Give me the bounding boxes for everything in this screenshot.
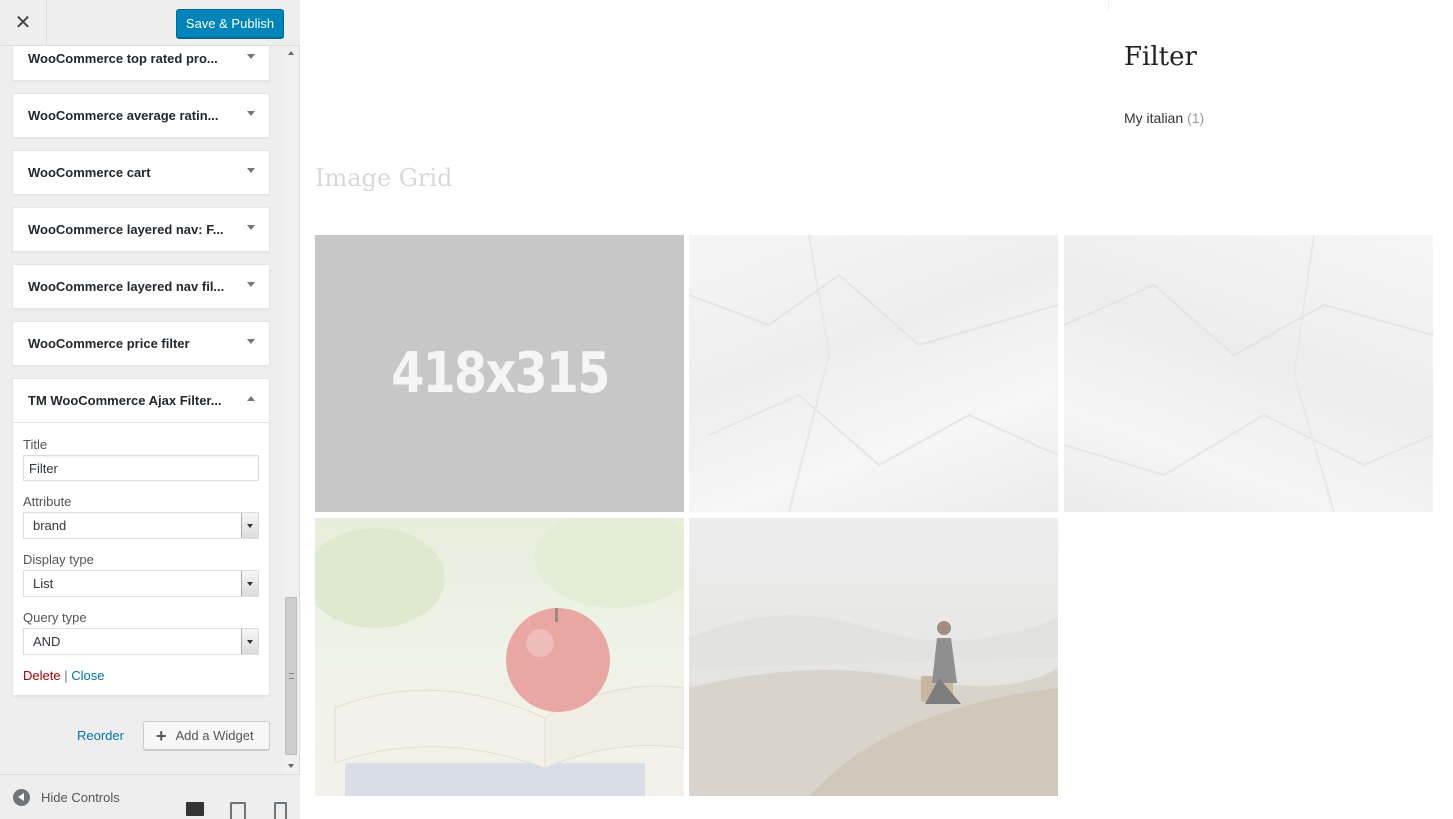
widget-title: WooCommerce layered nav fil... — [28, 279, 225, 294]
site-preview: Filter My italian (1) Image Grid 418x315 — [300, 0, 1453, 819]
display-type-select[interactable]: List — [23, 570, 259, 597]
sidebar-scrollbar[interactable] — [284, 46, 299, 774]
chevron-down-icon[interactable] — [247, 111, 255, 116]
desktop-preview-icon[interactable] — [186, 802, 204, 818]
widget-title-bar[interactable]: WooCommerce top rated pro... — [13, 46, 269, 80]
customizer-footer: Hide Controls — [0, 774, 300, 819]
sidebar-divider — [1108, 0, 1109, 10]
placeholder-size-text: 418x315 — [390, 341, 610, 406]
paper-texture — [1064, 235, 1433, 512]
widget-title-bar[interactable]: WooCommerce average ratin... — [13, 94, 269, 137]
reorder-link[interactable]: Reorder — [77, 728, 124, 743]
widget-title: TM WooCommerce Ajax Filter... — [28, 393, 222, 408]
hide-controls-label: Hide Controls — [41, 790, 120, 805]
widget-ajax-filter: TM WooCommerce Ajax Filter... Title Attr… — [12, 378, 270, 696]
hide-controls-button[interactable]: Hide Controls — [13, 789, 120, 806]
widget-layered-nav[interactable]: WooCommerce layered nav: F... — [12, 207, 270, 252]
customizer-sidebar: ✕ Save & Publish WooCommerce top rated p… — [0, 0, 300, 819]
woman-reading-landscape-image[interactable] — [689, 518, 1058, 796]
attribute-label: Attribute — [23, 494, 72, 509]
scroll-down-icon[interactable] — [288, 764, 294, 768]
widget-title: WooCommerce price filter — [28, 336, 190, 351]
query-type-selected-value: AND — [33, 634, 61, 649]
chevron-down-icon[interactable] — [247, 339, 255, 344]
widget-actions: Delete | Close — [23, 668, 259, 683]
widget-title-bar[interactable]: WooCommerce cart — [13, 151, 269, 194]
chevron-up-icon[interactable] — [247, 396, 255, 401]
widget-title-bar[interactable]: WooCommerce layered nav fil... — [13, 265, 269, 308]
widget-cart[interactable]: WooCommerce cart — [12, 150, 270, 195]
widget-title-bar[interactable]: WooCommerce layered nav: F... — [13, 208, 269, 251]
title-label: Title — [23, 437, 48, 452]
widget-top-rated-products[interactable]: WooCommerce top rated pro... — [12, 46, 270, 81]
crumpled-paper-image[interactable] — [689, 235, 1058, 512]
title-input[interactable] — [23, 455, 259, 481]
dropdown-arrow-icon[interactable] — [241, 571, 258, 596]
display-type-selected-value: List — [33, 576, 54, 591]
query-type-label: Query type — [23, 610, 87, 625]
filter-item-count: (1) — [1187, 110, 1205, 126]
delete-link[interactable]: Delete — [23, 668, 61, 683]
chevron-down-icon[interactable] — [247, 282, 255, 287]
display-type-field-group: Display type List — [23, 552, 259, 597]
collapse-arrow-icon — [13, 789, 30, 806]
tablet-preview-icon[interactable] — [229, 802, 246, 819]
image-grid-title: Image Grid — [315, 164, 453, 192]
close-icon[interactable]: ✕ — [0, 0, 47, 45]
display-type-label: Display type — [23, 552, 94, 567]
add-widget-label: Add a Widget — [175, 728, 254, 743]
widget-title: WooCommerce average ratin... — [28, 108, 219, 123]
filter-item-label[interactable]: My italian — [1124, 110, 1183, 126]
paper-texture — [689, 235, 1058, 512]
title-field-group: Title — [23, 437, 259, 481]
mobile-preview-icon[interactable] — [271, 802, 287, 819]
scroll-up-icon[interactable] — [288, 51, 294, 55]
widget-title: WooCommerce cart — [28, 165, 151, 180]
query-type-select[interactable]: AND — [23, 628, 259, 655]
attribute-field-group: Attribute brand — [23, 494, 259, 539]
action-separator: | — [64, 668, 68, 683]
plus-icon: + — [156, 725, 167, 746]
attribute-select[interactable]: brand — [23, 512, 259, 539]
chevron-down-icon[interactable] — [247, 168, 255, 173]
widget-title: WooCommerce layered nav: F... — [28, 222, 224, 237]
query-type-field-group: Query type AND — [23, 610, 259, 655]
chevron-down-icon[interactable] — [247, 54, 255, 59]
close-link[interactable]: Close — [71, 668, 104, 683]
save-publish-button[interactable]: Save & Publish — [176, 9, 284, 38]
placeholder-image[interactable]: 418x315 — [315, 235, 684, 512]
chevron-down-icon[interactable] — [247, 225, 255, 230]
widget-price-filter[interactable]: WooCommerce price filter — [12, 321, 270, 366]
attribute-selected-value: brand — [33, 518, 67, 533]
customizer-header: ✕ Save & Publish — [0, 0, 300, 46]
widget-list: WooCommerce top rated pro... WooCommerce… — [0, 46, 284, 774]
widget-average-rating[interactable]: WooCommerce average ratin... — [12, 93, 270, 138]
widget-form: Title Attribute brand Display type List — [13, 422, 269, 695]
filter-item[interactable]: My italian (1) — [1124, 110, 1204, 126]
crumpled-paper-image[interactable] — [1064, 235, 1433, 512]
scrollbar-thumb[interactable] — [285, 597, 297, 755]
widget-title-bar[interactable]: TM WooCommerce Ajax Filter... — [13, 379, 269, 422]
apple-book-illustration — [315, 518, 684, 796]
widget-title-bar[interactable]: WooCommerce price filter — [13, 322, 269, 365]
widget-layered-nav-filters[interactable]: WooCommerce layered nav fil... — [12, 264, 270, 309]
dropdown-arrow-icon[interactable] — [241, 513, 258, 538]
filter-widget-title: Filter — [1124, 42, 1197, 72]
add-widget-button[interactable]: + Add a Widget — [143, 721, 270, 750]
apple-on-book-image[interactable] — [315, 518, 684, 796]
widget-title: WooCommerce top rated pro... — [28, 51, 218, 66]
dropdown-arrow-icon[interactable] — [241, 629, 258, 654]
landscape-illustration — [689, 615, 1058, 796]
